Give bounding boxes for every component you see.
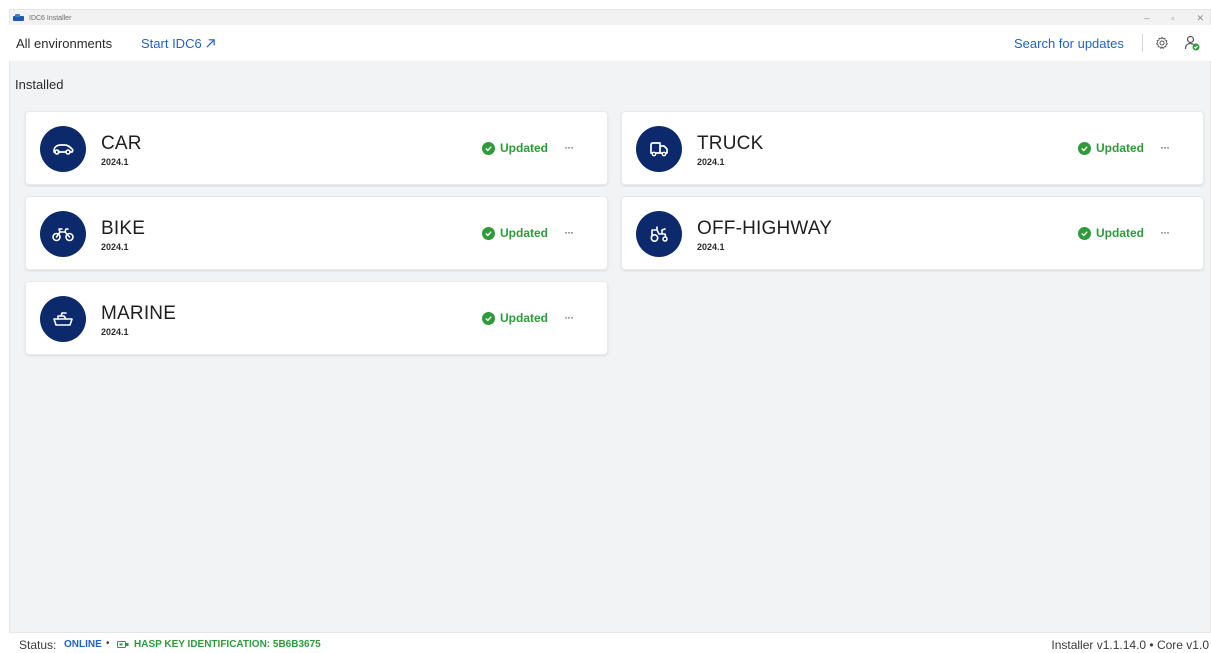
check-circle-icon xyxy=(1078,141,1091,155)
window-title: IDC6 Installer xyxy=(29,14,72,22)
status-label: Updated xyxy=(1096,226,1144,240)
more-options-button[interactable]: ··· xyxy=(1160,225,1170,239)
external-link-icon xyxy=(206,39,215,48)
more-options-button[interactable]: ··· xyxy=(564,225,574,239)
status-label: Updated xyxy=(500,311,548,325)
status-label: Updated xyxy=(500,141,548,155)
top-nav: All environments Start IDC6 Search for u… xyxy=(9,25,1211,61)
installed-section-title: Installed xyxy=(15,77,64,92)
window-controls: – ▫ ✕ xyxy=(1144,10,1204,26)
environment-card-off-highway[interactable]: OFF-HIGHWAY 2024.1 Updated ··· xyxy=(621,196,1204,270)
environment-version: 2024.1 xyxy=(697,242,725,252)
environment-card-marine[interactable]: MARINE 2024.1 Updated ··· xyxy=(25,281,608,355)
more-options-button[interactable]: ··· xyxy=(1160,140,1170,154)
check-circle-icon xyxy=(482,141,495,155)
status-badge: Updated xyxy=(482,226,548,240)
tractor-icon xyxy=(636,211,682,257)
environment-version: 2024.1 xyxy=(101,157,129,167)
status-separator: • xyxy=(106,638,110,649)
environment-card-car[interactable]: CAR 2024.1 Updated ··· xyxy=(25,111,608,185)
app-logo-icon xyxy=(13,14,24,22)
user-check-icon[interactable] xyxy=(1184,35,1200,51)
environment-name: OFF-HIGHWAY xyxy=(697,218,833,239)
version-info: Installer v1.1.14.0 • Core v1.0 xyxy=(1051,638,1209,652)
environment-version: 2024.1 xyxy=(101,327,129,337)
boat-icon xyxy=(40,296,86,342)
environment-version: 2024.1 xyxy=(101,242,129,252)
title-bar: IDC6 Installer – ▫ ✕ xyxy=(10,10,1210,26)
status-badge: Updated xyxy=(1078,226,1144,240)
more-options-button[interactable]: ··· xyxy=(564,140,574,154)
car-icon xyxy=(40,126,86,172)
minimize-button[interactable]: – xyxy=(1144,13,1149,23)
check-circle-icon xyxy=(482,311,495,325)
gear-icon[interactable] xyxy=(1155,36,1169,50)
environment-card-truck[interactable]: TRUCK 2024.1 Updated ··· xyxy=(621,111,1204,185)
nav-all-environments[interactable]: All environments xyxy=(16,36,112,51)
check-circle-icon xyxy=(482,226,495,240)
motorbike-icon xyxy=(40,211,86,257)
nav-start-idc6[interactable]: Start IDC6 xyxy=(141,36,216,51)
environment-card-bike[interactable]: BIKE 2024.1 Updated ··· xyxy=(25,196,608,270)
usb-key-icon xyxy=(117,641,129,648)
more-options-button[interactable]: ··· xyxy=(564,310,574,324)
environment-name: MARINE xyxy=(101,303,177,324)
status-label: Updated xyxy=(500,226,548,240)
status-badge: Updated xyxy=(482,311,548,325)
environment-name: TRUCK xyxy=(697,133,764,154)
status-bar: Status: ONLINE • HASP KEY IDENTIFICATION… xyxy=(0,633,1211,653)
status-badge: Updated xyxy=(482,141,548,155)
truck-icon xyxy=(636,126,682,172)
environment-name: BIKE xyxy=(101,218,146,239)
search-for-updates-link[interactable]: Search for updates xyxy=(1014,36,1124,51)
hasp-key-identification: HASP KEY IDENTIFICATION: 5B6B3675 xyxy=(134,639,321,650)
maximize-button[interactable]: ▫ xyxy=(1171,13,1174,23)
online-status: ONLINE xyxy=(64,639,102,650)
close-button[interactable]: ✕ xyxy=(1196,13,1204,24)
nav-start-label: Start IDC6 xyxy=(141,36,202,51)
status-badge: Updated xyxy=(1078,141,1144,155)
header-divider xyxy=(1142,34,1143,52)
status-label: Updated xyxy=(1096,141,1144,155)
environment-version: 2024.1 xyxy=(697,157,725,167)
environment-name: CAR xyxy=(101,133,142,154)
status-label: Status: xyxy=(19,638,57,652)
check-circle-icon xyxy=(1078,226,1091,240)
